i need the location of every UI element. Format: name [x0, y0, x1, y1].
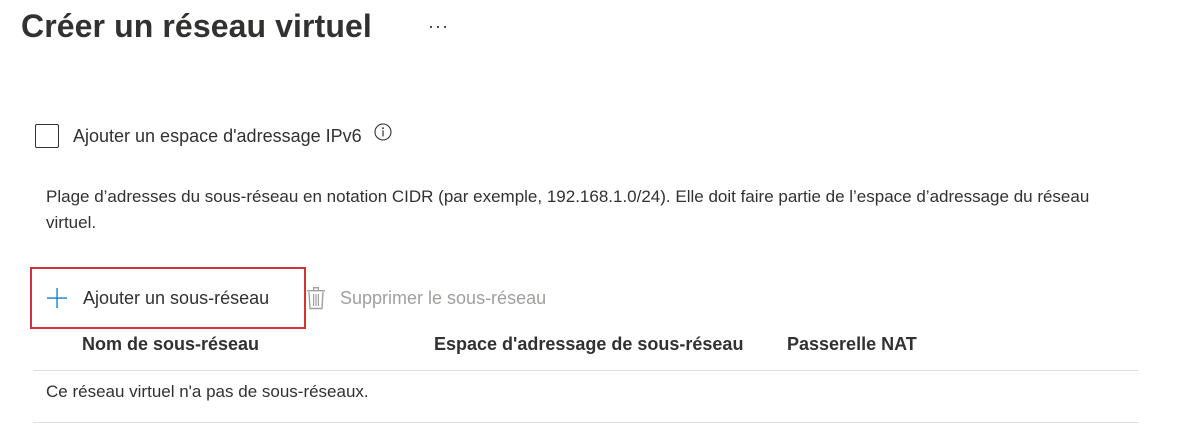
ipv6-checkbox[interactable]: [35, 124, 59, 148]
table-bottom-divider: [33, 422, 1139, 423]
trash-icon: [307, 287, 325, 310]
delete-subnet-label: Supprimer le sous-réseau: [340, 287, 547, 308]
ipv6-checkbox-label[interactable]: Ajouter un espace d'adressage IPv6: [73, 126, 362, 147]
more-options-button[interactable]: ···: [428, 16, 449, 37]
subnet-toolbar: Ajouter un sous-réseau Supprimer le sous…: [30, 267, 546, 329]
column-header-nat-gateway[interactable]: Passerelle NAT: [787, 334, 917, 355]
delete-subnet-button[interactable]: Supprimer le sous-réseau: [306, 286, 546, 310]
plus-icon: [47, 288, 67, 308]
column-header-subnet-name[interactable]: Nom de sous-réseau: [82, 334, 259, 355]
page-title: Créer un réseau virtuel: [21, 8, 372, 44]
column-header-subnet-address-space[interactable]: Espace d'adressage de sous-réseau: [434, 334, 743, 355]
subnet-description: Plage d’adresses du sous-réseau en notat…: [46, 187, 1090, 232]
add-subnet-label: Ajouter un sous-réseau: [83, 287, 270, 308]
info-icon[interactable]: [374, 123, 392, 141]
table-header-divider: [33, 370, 1139, 371]
ipv6-checkbox-row[interactable]: Ajouter un espace d'adressage IPv6: [35, 123, 392, 148]
empty-table-message: Ce réseau virtuel n'a pas de sous-réseau…: [46, 382, 369, 401]
add-subnet-button[interactable]: Ajouter un sous-réseau: [30, 267, 306, 329]
